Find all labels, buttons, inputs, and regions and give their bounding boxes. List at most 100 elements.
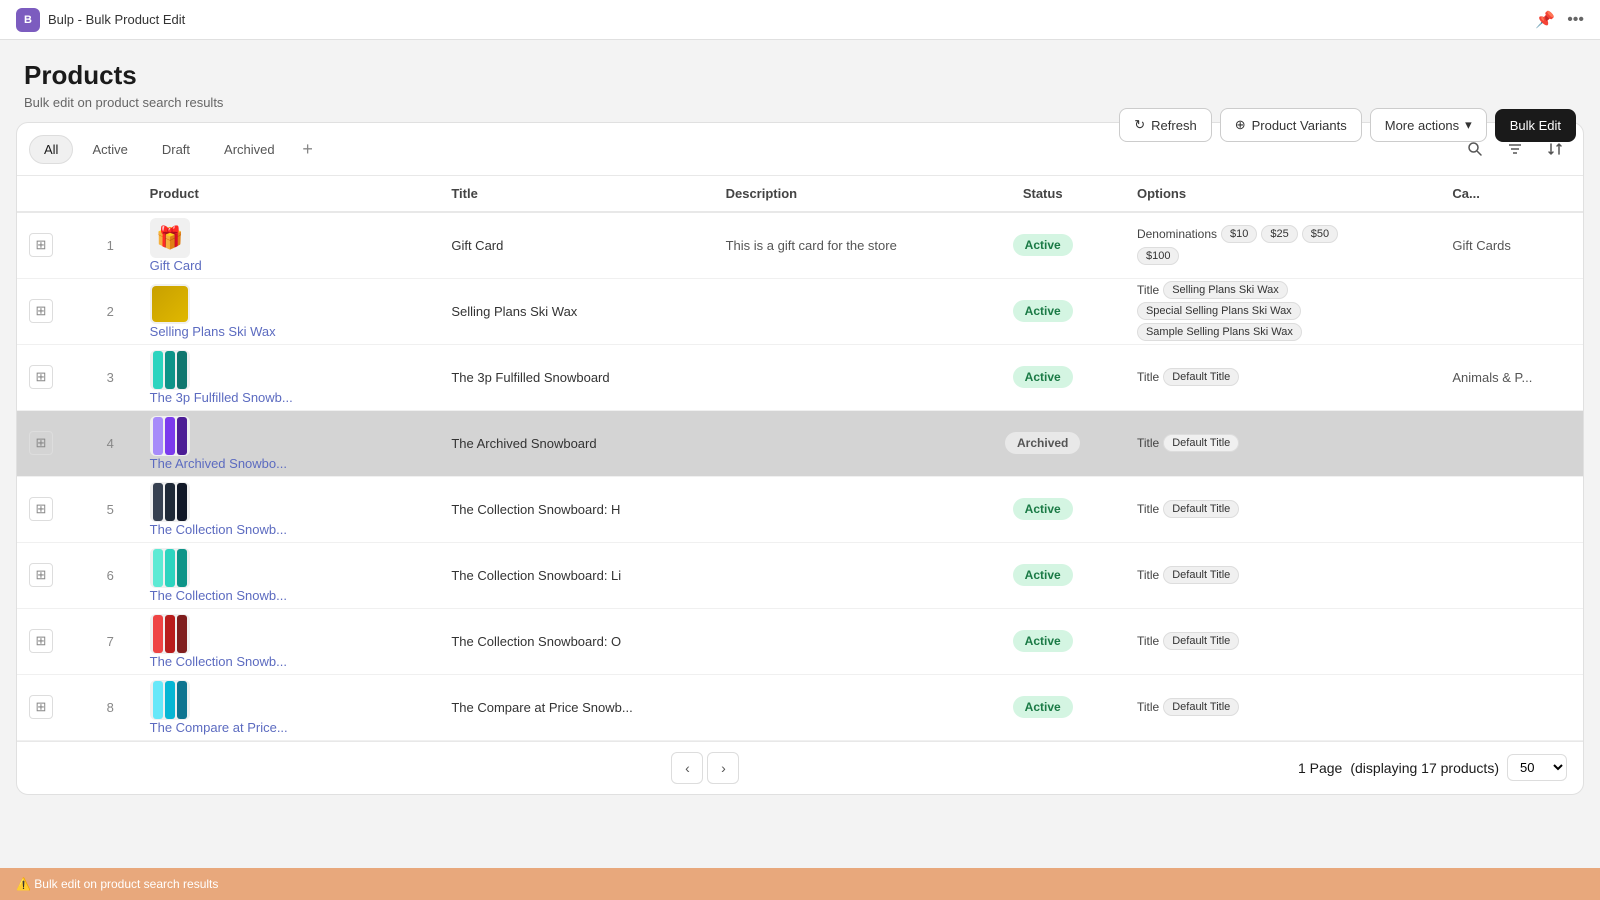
- option-label: Title: [1137, 634, 1159, 648]
- title-cell: The Collection Snowboard: Li: [439, 542, 713, 608]
- expand-button[interactable]: ⊞: [29, 431, 53, 455]
- options-col: TitleDefault Title: [1125, 410, 1440, 476]
- tabs: All Active Draft Archived +: [29, 135, 322, 164]
- refresh-icon: ↻: [1134, 117, 1145, 133]
- app-title: Bulp - Bulk Product Edit: [48, 12, 185, 27]
- option-tag: Default Title: [1163, 368, 1239, 386]
- tab-all[interactable]: All: [29, 135, 73, 164]
- options-col: TitleDefault Title: [1125, 344, 1440, 410]
- product-cell-inner: The Collection Snowb...: [150, 482, 428, 537]
- table-row: ⊞ 7 The Collection Snowb... The Collecti…: [17, 608, 1583, 674]
- product-cell: Selling Plans Ski Wax: [138, 278, 440, 344]
- header-actions: ↻ Refresh ⊕ Product Variants More action…: [1119, 108, 1576, 142]
- option-tag: $50: [1302, 225, 1338, 243]
- product-thumbnail: [150, 482, 190, 522]
- expand-cell: ⊞: [17, 542, 83, 608]
- bottom-bar-text: ⚠️ Bulk edit on product search results: [16, 877, 218, 891]
- options-cell: Title Selling Plans Ski Wax Special Sellin…: [1137, 281, 1428, 341]
- variants-label: Product Variants: [1252, 118, 1347, 133]
- product-link[interactable]: Gift Card: [150, 258, 202, 273]
- description-text: This is a gift card for the store: [726, 238, 897, 253]
- product-thumbnail: [150, 350, 190, 390]
- row-number: 8: [83, 674, 138, 740]
- option-tag: Selling Plans Ski Wax: [1163, 281, 1288, 299]
- table-row: ⊞ 3 The 3p Fulfilled Snowb... The 3p Ful…: [17, 344, 1583, 410]
- category-cell: [1440, 542, 1583, 608]
- expand-cell: ⊞: [17, 476, 83, 542]
- table-row: ⊞ 4 The Archived Snowbo... The Archived …: [17, 410, 1583, 476]
- table-row: ⊞ 5 The Collection Snowb... The Collecti…: [17, 476, 1583, 542]
- product-cell-inner: 🎁 Gift Card: [150, 218, 428, 273]
- status-badge: Active: [1013, 630, 1073, 652]
- options-cell: TitleDefault Title: [1137, 698, 1428, 716]
- product-link[interactable]: The Compare at Price...: [150, 720, 288, 735]
- expand-cell: ⊞: [17, 608, 83, 674]
- more-actions-label: More actions: [1385, 118, 1459, 133]
- option-label: Title: [1137, 283, 1159, 297]
- option-tag: Default Title: [1163, 632, 1239, 650]
- expand-button[interactable]: ⊞: [29, 365, 53, 389]
- more-actions-button[interactable]: More actions ▾: [1370, 108, 1487, 142]
- next-page-button[interactable]: ›: [707, 752, 739, 784]
- category-cell: [1440, 410, 1583, 476]
- options-col: TitleDefault Title: [1125, 542, 1440, 608]
- products-table: Product Title Description Status Options…: [17, 176, 1583, 741]
- options-cell: TitleDefault Title: [1137, 368, 1428, 386]
- tab-archived[interactable]: Archived: [209, 135, 290, 164]
- product-link[interactable]: The Collection Snowb...: [150, 522, 287, 537]
- status-cell: Active: [960, 212, 1125, 278]
- expand-button[interactable]: ⊞: [29, 695, 53, 719]
- status-badge: Archived: [1005, 432, 1080, 454]
- expand-button[interactable]: ⊞: [29, 299, 53, 323]
- status-cell: Active: [960, 344, 1125, 410]
- pin-icon[interactable]: 📌: [1535, 10, 1555, 30]
- product-variants-button[interactable]: ⊕ Product Variants: [1220, 108, 1362, 142]
- description-cell: This is a gift card for the store: [714, 212, 961, 278]
- option-tag: Default Title: [1163, 566, 1239, 584]
- table-row: ⊞ 6 The Collection Snowb... The Collecti…: [17, 542, 1583, 608]
- prev-page-button[interactable]: ‹: [671, 752, 703, 784]
- table-header-row: Product Title Description Status Options…: [17, 176, 1583, 212]
- per-page-select[interactable]: 50 25 100: [1507, 754, 1567, 781]
- col-title-header: Title: [439, 176, 713, 212]
- row-number: 2: [83, 278, 138, 344]
- refresh-button[interactable]: ↻ Refresh: [1119, 108, 1211, 142]
- total-products-label: (displaying 17 products): [1350, 760, 1499, 776]
- title-cell: Gift Card: [439, 212, 713, 278]
- product-thumbnail: 🎁: [150, 218, 190, 258]
- product-cell: The 3p Fulfilled Snowb...: [138, 344, 440, 410]
- options-col: Title Default Title: [1125, 608, 1440, 674]
- expand-button[interactable]: ⊞: [29, 563, 53, 587]
- option-tag: Special Selling Plans Ski Wax: [1137, 302, 1301, 320]
- category-text: Animals & P...: [1452, 370, 1532, 385]
- product-link[interactable]: The 3p Fulfilled Snowb...: [150, 390, 293, 405]
- product-link[interactable]: Selling Plans Ski Wax: [150, 324, 276, 339]
- expand-cell: ⊞: [17, 278, 83, 344]
- row-number: 6: [83, 542, 138, 608]
- product-cell: The Compare at Price...: [138, 674, 440, 740]
- option-row: TitleDefault Title: [1137, 698, 1428, 716]
- per-page: 50 25 100: [1507, 754, 1567, 781]
- status-cell: Active: [960, 674, 1125, 740]
- status-cell: Active: [960, 476, 1125, 542]
- product-link[interactable]: The Collection Snowb...: [150, 654, 287, 669]
- option-row: Special Selling Plans Ski Wax: [1137, 302, 1428, 320]
- product-cell-inner: Selling Plans Ski Wax: [150, 284, 428, 339]
- row-number: 7: [83, 608, 138, 674]
- options-col: Denominations $10$25$50$100: [1125, 212, 1440, 278]
- description-cell: [714, 278, 961, 344]
- expand-button[interactable]: ⊞: [29, 233, 53, 257]
- option-tag: $25: [1261, 225, 1297, 243]
- page-title: Products: [24, 60, 1576, 91]
- product-thumbnail: [150, 548, 190, 588]
- product-link[interactable]: The Archived Snowbo...: [150, 456, 287, 471]
- tab-add-button[interactable]: +: [294, 135, 322, 163]
- tab-active[interactable]: Active: [77, 135, 142, 164]
- page-nav: ‹ ›: [671, 752, 739, 784]
- tab-draft[interactable]: Draft: [147, 135, 205, 164]
- expand-button[interactable]: ⊞: [29, 497, 53, 521]
- expand-button[interactable]: ⊞: [29, 629, 53, 653]
- product-link[interactable]: The Collection Snowb...: [150, 588, 287, 603]
- bulk-edit-button[interactable]: Bulk Edit: [1495, 109, 1576, 142]
- more-dots-icon[interactable]: •••: [1567, 11, 1584, 29]
